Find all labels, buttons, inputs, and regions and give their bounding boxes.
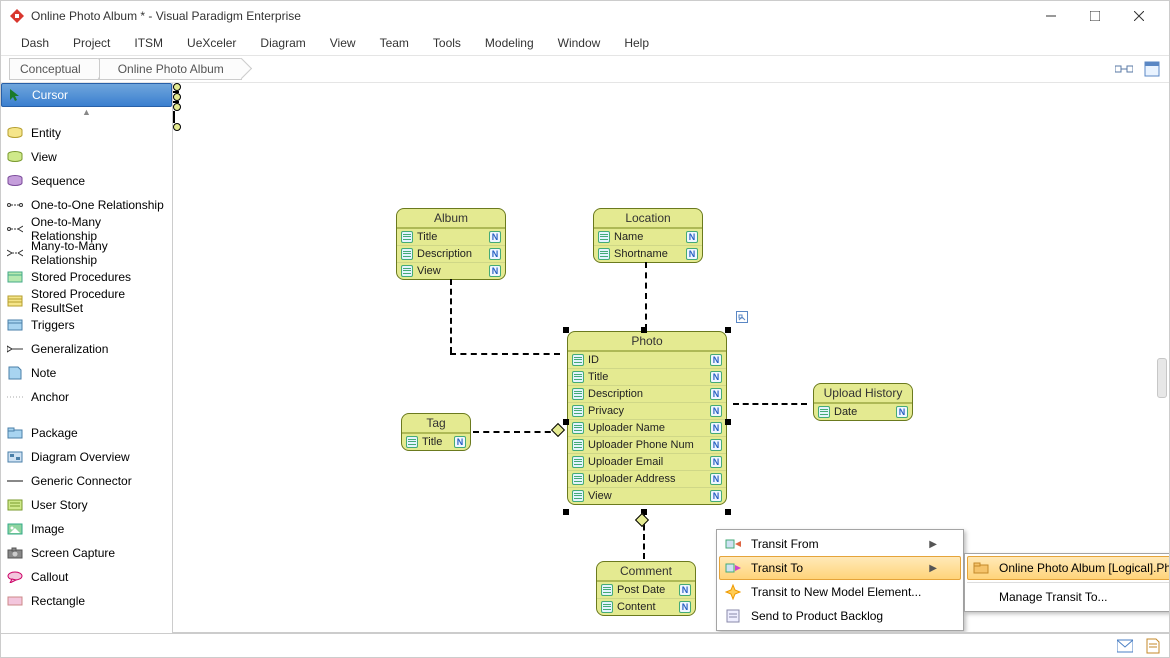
palette-entity[interactable]: Entity	[1, 121, 172, 145]
camera-icon	[7, 545, 23, 561]
overview-icon	[7, 449, 23, 465]
context-menu: Transit From▶ Transit To▶ Transit to New…	[716, 529, 964, 631]
palette-stored-proc-rs[interactable]: Stored Procedure ResultSet	[1, 289, 172, 313]
note-icon	[7, 365, 23, 381]
menu-modeling[interactable]: Modeling	[473, 34, 546, 52]
entity-photo-title: Photo	[568, 332, 726, 351]
package-small-icon	[971, 558, 991, 578]
entity-tag-title: Tag	[402, 414, 470, 433]
note-status-icon[interactable]	[1145, 638, 1161, 654]
entity-comment[interactable]: Comment Post DateN ContentN	[596, 561, 696, 616]
menu-view[interactable]: View	[318, 34, 368, 52]
menu-uexceler[interactable]: UeXceler	[175, 34, 248, 52]
palette: Cursor ▲ Entity View Sequence One-to-One…	[1, 83, 173, 633]
entity-upload-history[interactable]: Upload History DateN	[813, 383, 913, 421]
connector-icon	[7, 473, 23, 489]
resultset-icon	[7, 293, 23, 309]
package-icon	[7, 425, 23, 441]
userstory-icon	[7, 497, 23, 513]
palette-image[interactable]: Image	[1, 517, 172, 541]
status-bar	[1, 633, 1169, 657]
entity-album-title: Album	[397, 209, 505, 228]
app-logo-icon	[9, 8, 25, 24]
triggers-icon	[7, 317, 23, 333]
palette-package[interactable]: Package	[1, 421, 172, 445]
palette-many-many[interactable]: Many-to-Many Relationship	[1, 241, 172, 265]
transit-to-icon	[723, 558, 743, 578]
palette-user-story[interactable]: User Story	[1, 493, 172, 517]
menu-project[interactable]: Project	[61, 34, 122, 52]
many-to-many-icon	[7, 245, 23, 261]
palette-note[interactable]: Note	[1, 361, 172, 385]
toolbar-layout-icon[interactable]	[1113, 58, 1135, 80]
entity-tag[interactable]: Tag TitleN	[401, 413, 471, 451]
palette-view[interactable]: View	[1, 145, 172, 169]
one-to-many-icon	[7, 221, 23, 237]
entity-upload-title: Upload History	[814, 384, 912, 403]
callout-icon	[7, 569, 23, 585]
palette-generalization[interactable]: Generalization	[1, 337, 172, 361]
palette-diagram-overview[interactable]: Diagram Overview	[1, 445, 172, 469]
menu-window[interactable]: Window	[546, 34, 613, 52]
menu-itsm[interactable]: ITSM	[122, 34, 175, 52]
window-title: Online Photo Album * - Visual Paradigm E…	[31, 9, 1029, 23]
minimize-button[interactable]	[1029, 2, 1073, 30]
sub-transit-target[interactable]: Online Photo Album [Logical].Photo	[967, 556, 1169, 580]
cursor-icon	[8, 87, 24, 103]
maximize-button[interactable]	[1073, 2, 1117, 30]
view-icon	[7, 149, 23, 165]
entity-album[interactable]: Album TitleN DescriptionN ViewN	[396, 208, 506, 280]
anchor-icon	[7, 389, 23, 405]
scrollbar-indicator[interactable]	[1157, 358, 1167, 398]
palette-rectangle[interactable]: Rectangle	[1, 589, 172, 613]
palette-generic-connector[interactable]: Generic Connector	[1, 469, 172, 493]
assist-icon[interactable]	[736, 311, 748, 323]
palette-cursor-label: Cursor	[32, 88, 68, 102]
menubar: Dash Project ITSM UeXceler Diagram View …	[1, 31, 1169, 55]
transit-from-icon	[723, 534, 743, 554]
palette-stored-proc[interactable]: Stored Procedures	[1, 265, 172, 289]
breadcrumb-bar: Conceptual Online Photo Album	[1, 55, 1169, 83]
entity-comment-title: Comment	[597, 562, 695, 581]
ctx-send-backlog[interactable]: Send to Product Backlog	[719, 604, 961, 628]
menu-help[interactable]: Help	[612, 34, 661, 52]
menu-dash[interactable]: Dash	[9, 34, 61, 52]
stored-proc-icon	[7, 269, 23, 285]
crumb-conceptual[interactable]: Conceptual	[9, 58, 99, 80]
palette-callout[interactable]: Callout	[1, 565, 172, 589]
one-to-one-icon	[7, 197, 23, 213]
sequence-icon	[7, 173, 23, 189]
palette-screen-capture[interactable]: Screen Capture	[1, 541, 172, 565]
entity-icon	[7, 125, 23, 141]
palette-collapse-top[interactable]: ▲	[1, 107, 172, 121]
palette-anchor[interactable]: Anchor	[1, 385, 172, 409]
sub-manage-transit[interactable]: Manage Transit To...	[967, 585, 1169, 609]
ctx-transit-from[interactable]: Transit From▶	[719, 532, 961, 556]
ctx-transit-to[interactable]: Transit To▶	[719, 556, 961, 580]
entity-photo[interactable]: Photo IDN TitleN DescriptionN PrivacyN U…	[567, 331, 727, 505]
menu-tools[interactable]: Tools	[421, 34, 473, 52]
entity-location[interactable]: Location NameN ShortnameN	[593, 208, 703, 263]
menu-diagram[interactable]: Diagram	[248, 34, 317, 52]
palette-triggers[interactable]: Triggers	[1, 313, 172, 337]
mail-icon[interactable]	[1117, 638, 1133, 654]
canvas[interactable]: Album TitleN DescriptionN ViewN Location…	[173, 83, 1169, 633]
palette-one-one[interactable]: One-to-One Relationship	[1, 193, 172, 217]
image-icon	[7, 521, 23, 537]
palette-one-many[interactable]: One-to-Many Relationship	[1, 217, 172, 241]
entity-location-title: Location	[594, 209, 702, 228]
toolbar-panel-icon[interactable]	[1141, 58, 1163, 80]
crumb-diagram-name[interactable]: Online Photo Album	[99, 58, 242, 80]
backlog-icon	[723, 606, 743, 626]
titlebar: Online Photo Album * - Visual Paradigm E…	[1, 1, 1169, 31]
menu-team[interactable]: Team	[368, 34, 421, 52]
palette-cursor[interactable]: Cursor	[1, 83, 172, 107]
generalization-icon	[7, 341, 23, 357]
context-submenu: Online Photo Album [Logical].Photo Manag…	[964, 553, 1169, 612]
ctx-transit-new[interactable]: Transit to New Model Element...	[719, 580, 961, 604]
palette-sequence[interactable]: Sequence	[1, 169, 172, 193]
close-button[interactable]	[1117, 2, 1161, 30]
rectangle-icon	[7, 593, 23, 609]
sparkle-icon	[723, 582, 743, 602]
